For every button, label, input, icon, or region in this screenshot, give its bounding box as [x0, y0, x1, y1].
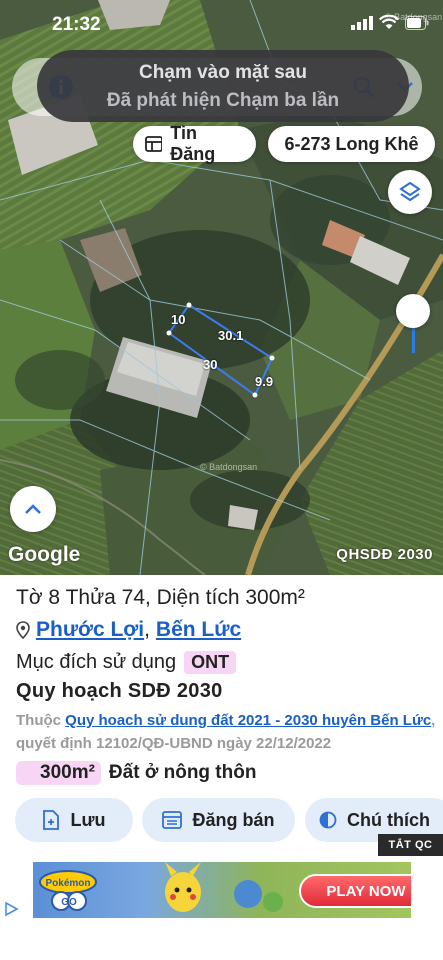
ward-link[interactable]: Phước Lợi: [36, 618, 144, 642]
address-chip-label: 6-273 Long Khê: [284, 133, 419, 154]
posts-chip-label: Tin Đăng: [170, 123, 216, 164]
map-watermark: © Batdongsan: [200, 462, 258, 472]
area-land-type: Đất ở nông thôn: [108, 762, 257, 783]
plan-desc-prefix: Thuộc: [16, 712, 61, 729]
parcel-title: Tờ 8 Thửa 74, Diện tích 300m²: [16, 586, 305, 609]
ad-choices-icon[interactable]: [2, 900, 22, 918]
plan-description: Thuộc Quy hoach sử dung đất 2021 - 2030 …: [16, 709, 436, 755]
layers-icon: [399, 181, 421, 202]
dimension-label-bottom-left: 30: [203, 357, 218, 372]
ad-banner[interactable]: Pokémon GO PLAY NOW: [33, 862, 411, 918]
cellular-signal-icon: [351, 15, 373, 30]
ad-banner-container[interactable]: Pokémon GO PLAY NOW: [0, 860, 443, 920]
pokemon-go-logo: Pokémon GO: [39, 870, 97, 911]
wifi-icon: [379, 15, 399, 29]
listing-icon: [145, 136, 163, 152]
area-row: 300m² Đất ở nông thôn: [16, 761, 256, 785]
map-view[interactable]: © Batdongsan © Batdongsan 10 30.1 30 9.9…: [0, 0, 443, 575]
chevron-up-icon: [25, 504, 41, 514]
opacity-slider-track: [412, 325, 415, 353]
toast-subtitle: Đã phát hiện Chạm ba lần: [106, 90, 340, 111]
contrast-icon: [319, 811, 337, 829]
location-pin-icon: [16, 621, 30, 639]
save-button-label: Lưu: [70, 809, 106, 830]
location-separator: ,: [144, 618, 150, 641]
parcel-location: Phước Lợi, Bến Lức: [16, 618, 241, 642]
address-chip[interactable]: 6-273 Long Khê: [268, 126, 435, 162]
toast-title: Chạm vào mặt sau: [139, 62, 307, 83]
dimension-label-bottom-right: 9.9: [255, 374, 274, 389]
ad-artwork: [165, 862, 283, 912]
map-layer-label: QHSDĐ 2030: [336, 546, 433, 563]
status-time: 21:32: [52, 14, 101, 35]
plan-document-link[interactable]: Quy hoach sử dung đất 2021 - 2030 huyên …: [65, 712, 431, 729]
dimension-label-top-left: 10: [171, 312, 186, 327]
accessibility-toast: Chạm vào mặt sau Đã phát hiện Chạm ba lầ…: [37, 50, 409, 122]
post-for-sale-button[interactable]: Đăng bán: [142, 798, 295, 842]
save-button[interactable]: Lưu: [15, 798, 133, 842]
home-indicator-area: [0, 920, 443, 960]
district-link[interactable]: Bến Lức: [156, 618, 241, 642]
svg-text:GO: GO: [61, 897, 77, 908]
listing-icon: [162, 811, 183, 829]
posts-chip[interactable]: Tin Đăng: [133, 123, 256, 164]
battery-icon: [405, 15, 429, 30]
post-for-sale-label: Đăng bán: [192, 809, 275, 830]
close-ads-button[interactable]: TẮT QC: [378, 834, 443, 856]
dimension-label-top-right: 30.1: [218, 328, 244, 343]
area-value-badge: 300m²: [16, 761, 101, 785]
svg-text:Pokémon: Pokémon: [45, 878, 90, 889]
opacity-slider-handle[interactable]: [396, 294, 430, 328]
land-use-purpose: Mục đích sử dụng ONT: [16, 651, 237, 674]
google-logo: Google: [8, 543, 81, 566]
purpose-label: Mục đích sử dụng: [16, 651, 177, 673]
plan-title: Quy hoạch SDĐ 2030: [16, 680, 223, 702]
purpose-code-badge: ONT: [184, 651, 237, 674]
save-document-icon: [43, 810, 60, 830]
layers-button[interactable]: [388, 170, 432, 214]
legend-button-label: Chú thích: [347, 809, 430, 830]
play-now-button[interactable]: PLAY NOW: [299, 874, 411, 908]
parcel-info-panel: Tờ 8 Thửa 74, Diện tích 300m² Phước Lợi,…: [0, 575, 443, 860]
status-bar: 21:32: [0, 0, 443, 50]
expand-panel-button[interactable]: [10, 486, 56, 532]
